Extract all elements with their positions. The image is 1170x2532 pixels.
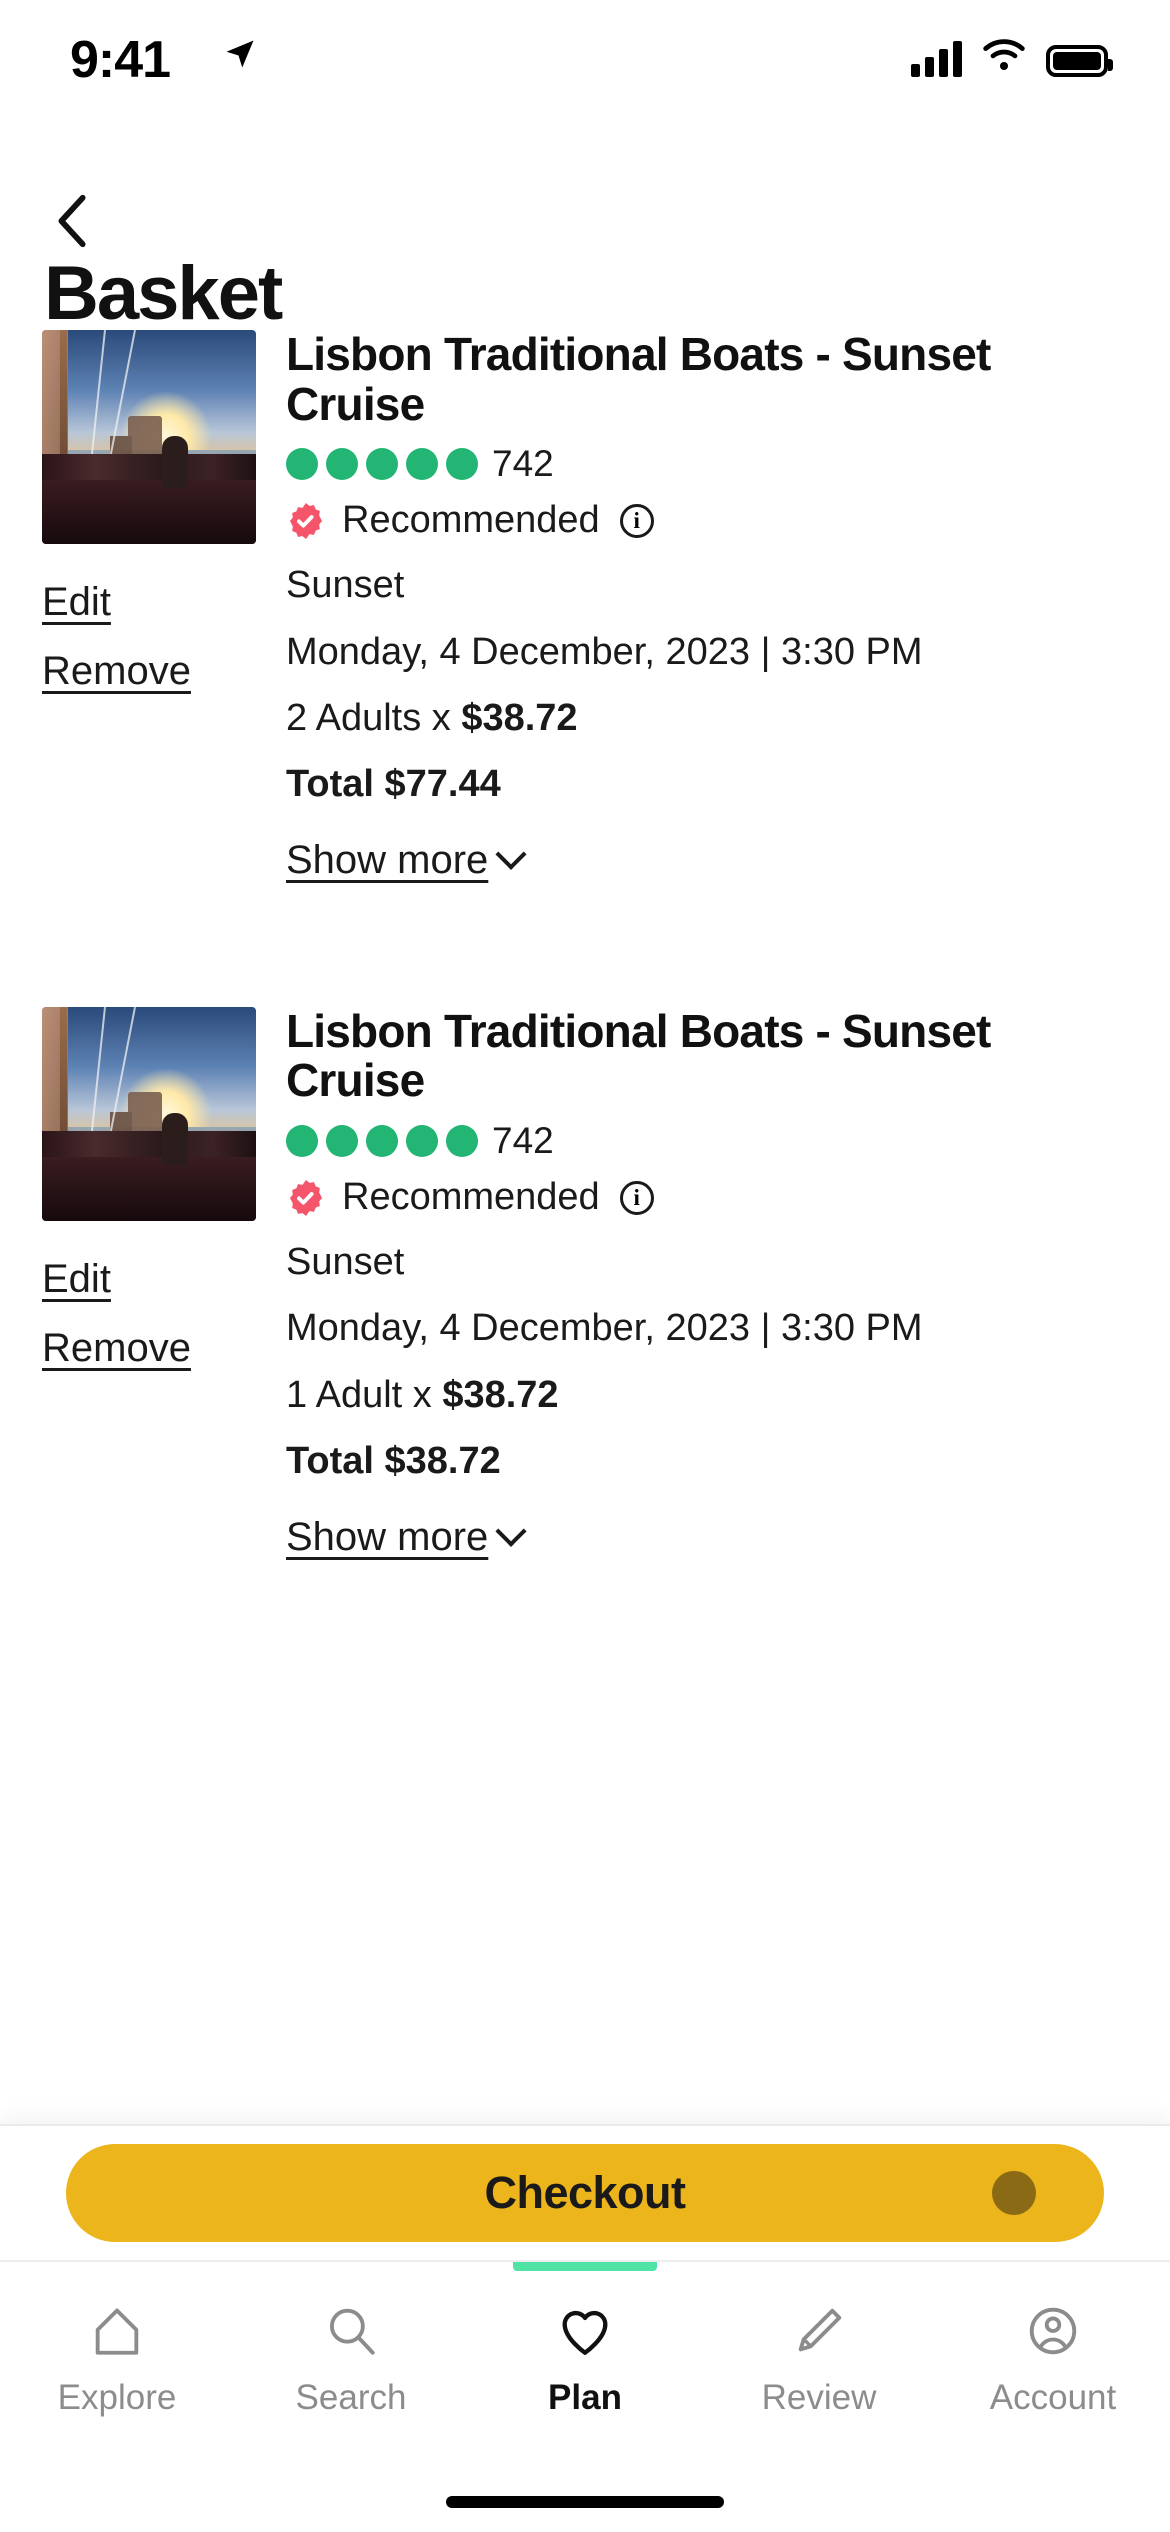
product-thumbnail[interactable]: [42, 330, 256, 544]
unit-price: $38.72: [461, 697, 578, 740]
tab-explore[interactable]: Explore: [0, 2262, 234, 2452]
show-more-label: Show more: [286, 837, 489, 882]
card-separator: [0, 883, 1170, 1007]
show-more-toggle[interactable]: Show more: [286, 837, 527, 883]
info-circle-icon[interactable]: i: [619, 1180, 654, 1215]
home-icon: [88, 2300, 146, 2362]
wifi-icon: [982, 38, 1026, 77]
status-bar: 9:41: [0, 0, 1170, 130]
tab-search[interactable]: Search: [234, 2262, 468, 2452]
rating-dots: [286, 1125, 478, 1158]
search-icon: [322, 2300, 380, 2362]
unit-price: $38.72: [442, 1373, 559, 1416]
tab-account[interactable]: Account: [936, 2262, 1170, 2452]
edit-link[interactable]: Edit: [42, 580, 111, 625]
product-title: Lisbon Traditional Boats - Sunset Cruise: [286, 1004, 991, 1107]
tab-label: Review: [761, 2378, 877, 2417]
basket-item: Edit Remove Lisbon Traditional Boats - S…: [0, 330, 1170, 883]
tab-label: Account: [989, 2378, 1117, 2417]
quantity-price-row: 2 Adults x $38.72: [286, 695, 1128, 741]
remove-link[interactable]: Remove: [42, 649, 191, 694]
location-arrow-icon: [222, 36, 258, 77]
item-total: Total $38.72: [286, 1440, 501, 1483]
back-button[interactable]: [38, 188, 108, 258]
product-thumbnail[interactable]: [42, 1006, 256, 1221]
product-title: Lisbon Traditional Boats - Sunset Cruise: [286, 330, 991, 430]
recommended-label: Recommended: [342, 499, 600, 542]
user-circle-icon: [1024, 2300, 1082, 2362]
rating-count: 742: [492, 443, 554, 485]
basket-screen: 9:41 Basket Edit Remove Lisbon Tradition…: [0, 0, 1170, 2532]
pencil-icon: [790, 2300, 848, 2362]
option-label: Sunset: [286, 1241, 405, 1284]
tab-label: Plan: [548, 2378, 622, 2417]
rating-dots: [286, 448, 478, 481]
recommended-row: Recommended i: [286, 1176, 1128, 1219]
checkout-label: Checkout: [484, 2167, 686, 2218]
quantity-label: 2 Adults x: [286, 697, 462, 740]
bottom-tab-bar: Explore Search Plan Review Account: [0, 2260, 1170, 2532]
datetime-label: Monday, 4 December, 2023 | 3:30 PM: [286, 1307, 923, 1350]
info-circle-icon[interactable]: i: [619, 503, 654, 538]
active-tab-indicator: [513, 2262, 657, 2271]
heart-icon: [556, 2300, 614, 2362]
tab-label: Search: [295, 2378, 407, 2417]
chevron-down-icon: [495, 1515, 527, 1547]
basket-item: Edit Remove Lisbon Traditional Boats - S…: [0, 1004, 1170, 1560]
tab-plan[interactable]: Plan: [468, 2262, 702, 2452]
rating-count: 742: [492, 1120, 554, 1162]
quantity-label: 1 Adult x: [286, 1373, 443, 1416]
verified-check-badge-icon: [286, 501, 326, 541]
show-more-label: Show more: [286, 1514, 489, 1559]
tab-label: Explore: [57, 2378, 177, 2417]
item-total: Total $77.44: [286, 763, 501, 806]
recommended-row: Recommended i: [286, 499, 1128, 542]
quantity-price-row: 1 Adult x $38.72: [286, 1372, 1128, 1418]
datetime-label: Monday, 4 December, 2023 | 3:30 PM: [286, 630, 923, 673]
remove-link[interactable]: Remove: [42, 1326, 191, 1371]
home-indicator: [446, 2496, 724, 2508]
recommended-label: Recommended: [342, 1176, 600, 1219]
show-more-toggle[interactable]: Show more: [286, 1514, 527, 1560]
cellular-signal-icon: [911, 41, 962, 77]
chevron-left-icon: [53, 192, 93, 255]
battery-full-icon: [1046, 45, 1113, 77]
basket-list: Edit Remove Lisbon Traditional Boats - S…: [0, 330, 1170, 2260]
page-title: Basket: [44, 251, 283, 336]
rating-row: 742: [286, 443, 1128, 485]
verified-check-badge-icon: [286, 1178, 326, 1218]
edit-link[interactable]: Edit: [42, 1257, 111, 1302]
tab-review[interactable]: Review: [702, 2262, 936, 2452]
status-bar-time: 9:41: [70, 31, 171, 89]
checkout-bar: Checkout: [0, 2124, 1170, 2260]
option-label: Sunset: [286, 564, 405, 607]
checkout-button[interactable]: Checkout: [66, 2144, 1104, 2242]
rating-row: 742: [286, 1120, 1128, 1162]
checkout-loading-dot: [992, 2171, 1036, 2215]
chevron-down-icon: [495, 839, 527, 871]
